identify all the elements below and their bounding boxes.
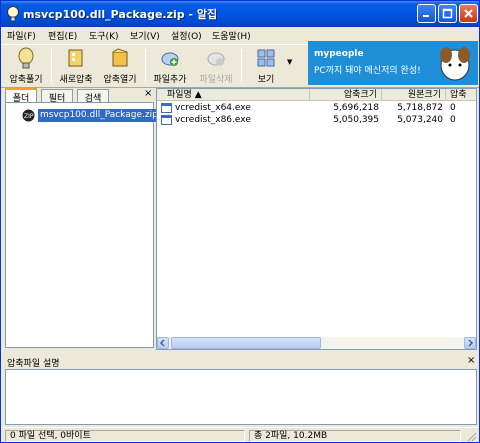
comment-pane-close-button[interactable]: ×: [467, 355, 475, 366]
maximize-button[interactable]: [438, 4, 457, 23]
horizontal-scrollbar[interactable]: [157, 337, 476, 349]
selection-status: 0 파일 선택, 0바이트: [5, 430, 245, 442]
exe-file-icon: [161, 103, 172, 113]
scroll-left-button[interactable]: [157, 337, 169, 349]
minimize-button[interactable]: [417, 4, 436, 23]
file-list-header: 파일명 ▲ 압축크기 원본크기 압축: [157, 89, 476, 101]
column-header-ratio[interactable]: 압축: [446, 89, 476, 101]
scroll-thumb[interactable]: [171, 337, 321, 349]
file-name: vcredist_x64.exe: [175, 103, 251, 113]
title-bar[interactable]: msvcp100.dll_Package.zip - 알집: [1, 1, 479, 27]
scroll-right-button[interactable]: [464, 337, 476, 349]
extract-button[interactable]: 압축풀기: [3, 45, 49, 87]
menu-edit[interactable]: 편집(E): [48, 29, 77, 42]
left-pane: 폴더 필터 검색 × ZIP msvcp100.dll_Package.zip: [5, 88, 161, 348]
open-archive-icon: [112, 48, 128, 67]
app-window: msvcp100.dll_Package.zip - 알집 파일(F) 편집(E…: [0, 0, 480, 443]
file-name: vcredist_x86.exe: [175, 115, 251, 125]
ad-banner[interactable]: mypeople PC까지 돼야 메신저의 완성!: [308, 41, 478, 85]
add-file-icon: [161, 52, 179, 66]
tab-filter[interactable]: 필터: [41, 89, 73, 104]
menu-tools[interactable]: 도구(K): [89, 29, 119, 42]
window-title: msvcp100.dll_Package.zip - 알집: [23, 8, 218, 21]
new-archive-button[interactable]: 새로압축: [53, 45, 99, 87]
folder-tree: ZIP msvcp100.dll_Package.zip: [5, 102, 161, 348]
minimize-icon: [423, 15, 429, 17]
ad-character-illustration: [440, 47, 470, 81]
file-original-size: 5,073,240: [397, 115, 443, 125]
view-button[interactable]: 보기: [243, 45, 289, 87]
left-pane-close-button[interactable]: ×: [144, 88, 152, 99]
view-dropdown-arrow-icon[interactable]: ▼: [287, 58, 292, 66]
add-file-button[interactable]: 파일추가: [147, 45, 193, 87]
column-header-original-size[interactable]: 원본크기: [382, 89, 446, 101]
archive-comment-pane: 압축파일 설명 ×: [5, 353, 477, 427]
comment-textarea[interactable]: [5, 369, 477, 425]
tab-folder[interactable]: 폴더: [5, 88, 37, 104]
menu-help[interactable]: 도움말(H): [212, 29, 251, 42]
archive-summary-status: 총 2파일, 10.2MB: [249, 430, 461, 442]
scroll-right-icon: [468, 339, 474, 347]
menu-view[interactable]: 보기(V): [130, 29, 160, 42]
toolbar-separator: [145, 49, 146, 83]
column-header-filename[interactable]: 파일명 ▲: [157, 89, 310, 101]
delete-file-button[interactable]: 파일삭제: [193, 45, 239, 87]
view-grid-icon: [257, 49, 275, 67]
zip-file-icon: ZIP: [22, 109, 35, 122]
open-archive-button[interactable]: 압축열기: [97, 45, 143, 87]
toolbar-separator: [241, 49, 242, 83]
comment-pane-title: 압축파일 설명: [7, 359, 60, 369]
file-list: 파일명 ▲ 압축크기 원본크기 압축 vcredist_x64.exe 5,69…: [156, 88, 477, 350]
alzip-app-icon: [7, 6, 19, 22]
tab-search[interactable]: 검색: [77, 89, 109, 104]
extract-icon: [18, 47, 34, 69]
new-archive-icon: [68, 49, 83, 67]
file-compressed-size: 5,050,395: [333, 115, 379, 125]
left-pane-tabs: 폴더 필터 검색 ×: [5, 88, 154, 104]
column-header-compressed-size[interactable]: 압축크기: [310, 89, 382, 101]
svg-text:ZIP: ZIP: [24, 113, 34, 120]
scroll-left-icon: [159, 339, 165, 347]
status-bar: 0 파일 선택, 0바이트 총 2파일, 10.2MB: [1, 427, 479, 442]
close-button[interactable]: [459, 4, 478, 23]
table-row[interactable]: vcredist_x86.exe 5,050,395 5,073,240 0: [157, 114, 476, 126]
tree-node-label: msvcp100.dll_Package.zip: [37, 108, 161, 123]
menu-settings[interactable]: 설정(O): [171, 29, 202, 42]
toolbar-separator: [51, 49, 52, 83]
maximize-icon: [442, 8, 453, 19]
file-original-size: 5,718,872: [397, 103, 443, 113]
close-icon: [464, 9, 473, 18]
exe-file-icon: [161, 115, 172, 125]
table-row[interactable]: vcredist_x64.exe 5,696,218 5,718,872 0: [157, 102, 476, 114]
file-ratio: 0: [450, 103, 456, 113]
delete-file-icon: [207, 52, 225, 66]
resize-grip-icon[interactable]: [465, 430, 477, 442]
file-compressed-size: 5,696,218: [333, 103, 379, 113]
file-ratio: 0: [450, 115, 456, 125]
menu-file[interactable]: 파일(F): [7, 29, 36, 42]
